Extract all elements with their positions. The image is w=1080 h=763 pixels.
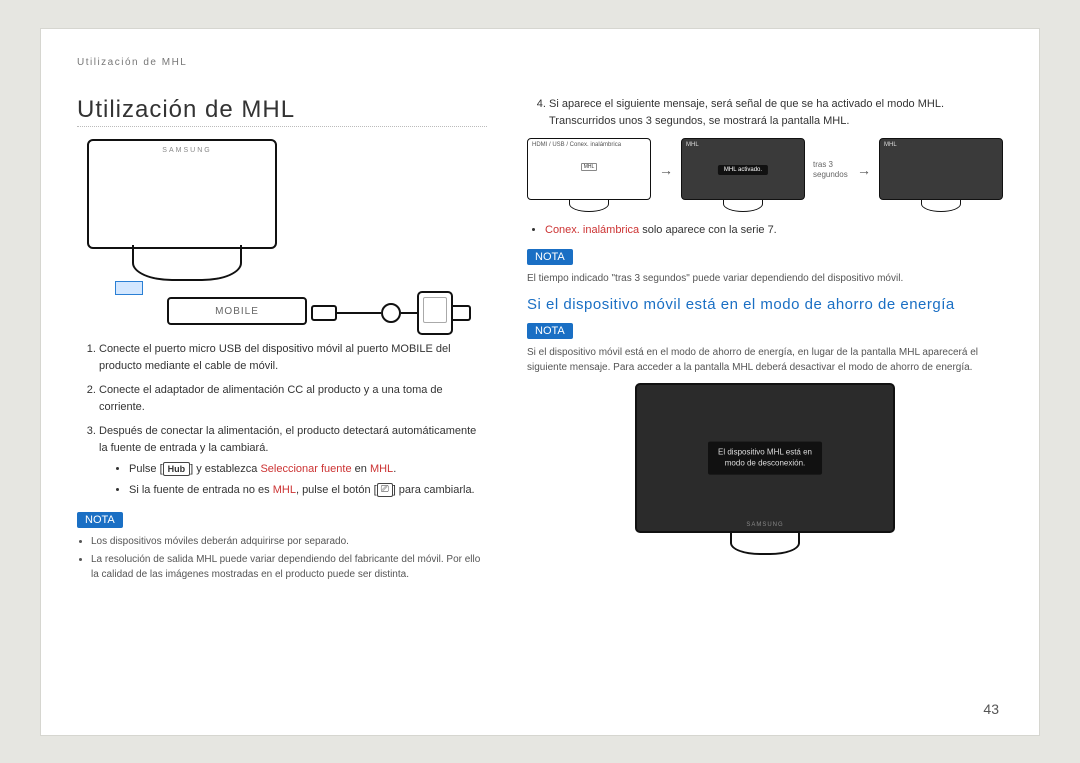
monitor-icon: SAMSUNG: [87, 139, 287, 289]
mhl-corner-label: MHL: [884, 142, 897, 148]
mhl-activated-message: MHL activado.: [718, 165, 768, 175]
mini-monitor-3: MHL: [879, 138, 1003, 212]
page-title: Utilización de MHL: [77, 96, 487, 124]
step-2: Conecte el adaptador de alimentación CC …: [99, 382, 487, 416]
steps-list-right: Si aparece el siguiente mensaje, será se…: [527, 96, 1003, 130]
step-3: Después de conectar la alimentación, el …: [99, 423, 487, 499]
mhl-option-icon: MHL: [581, 163, 598, 171]
phone-icon: [417, 291, 453, 335]
arrow-icon: →: [857, 162, 871, 178]
screen-sequence: HDMI / USB / Conex. inalámbrica MHL → MH…: [527, 138, 1003, 212]
nota-badge: NOTA: [527, 249, 573, 265]
hub-button-icon: Hub: [163, 462, 191, 476]
two-column-layout: Utilización de MHL SAMSUNG MOBILE: [77, 96, 1003, 588]
conex-note: Conex. inalámbrica solo aparece con la s…: [527, 222, 1003, 239]
section-heading-sleep: Si el dispositivo móvil está en el modo …: [527, 296, 1003, 313]
step-4: Si aparece el siguiente mensaje, será se…: [549, 96, 1003, 130]
sub-bullets: Pulse [Hub] y establezca Seleccionar fue…: [99, 461, 487, 499]
left-notes: Los dispositivos móviles deberán adquiri…: [77, 534, 487, 582]
brand-label: SAMSUNG: [87, 147, 287, 154]
source-list-label: HDMI / USB / Conex. inalámbrica: [532, 142, 621, 148]
mobile-port-label: MOBILE: [215, 306, 259, 317]
nota-badge: NOTA: [77, 512, 123, 528]
mini-monitor-1: HDMI / USB / Conex. inalámbrica MHL: [527, 138, 651, 212]
arrow-icon: →: [659, 162, 673, 178]
source-button-icon: ⎚: [377, 483, 393, 497]
connection-diagram: SAMSUNG MOBILE: [77, 139, 457, 329]
right-column: Si aparece el siguiente mensaje, será se…: [527, 96, 1003, 588]
left-column: Utilización de MHL SAMSUNG MOBILE: [77, 96, 487, 588]
mhl-corner-label: MHL: [686, 142, 699, 148]
left-note-1: Los dispositivos móviles deberán adquiri…: [91, 534, 487, 549]
steps-list: Conecte el puerto micro USB del disposit…: [77, 341, 487, 499]
port-highlight-icon: [115, 281, 143, 295]
sleep-message-box: El dispositivo MHL está en modo de desco…: [708, 442, 822, 475]
sub-bullet-2: Si la fuente de entrada no es MHL, pulse…: [129, 482, 487, 499]
manual-page: Utilización de MHL Utilización de MHL SA…: [40, 28, 1040, 736]
sleep-note: Si el dispositivo móvil está en el modo …: [527, 345, 1003, 375]
title-rule: [77, 126, 487, 127]
sleep-screen-illustration: El dispositivo MHL está en modo de desco…: [527, 383, 1003, 560]
mobile-port-box: MOBILE: [167, 297, 307, 325]
brand-label: SAMSUNG: [637, 522, 893, 528]
running-header: Utilización de MHL: [77, 57, 1003, 68]
step-1: Conecte el puerto micro USB del disposit…: [99, 341, 487, 375]
sub-bullet-1: Pulse [Hub] y establezca Seleccionar fue…: [129, 461, 487, 478]
mini-monitor-2: MHL MHL activado.: [681, 138, 805, 212]
nota-badge: NOTA: [527, 323, 573, 339]
time-note: El tiempo indicado "tras 3 segundos" pue…: [527, 271, 1003, 286]
conex-bullet: Conex. inalámbrica solo aparece con la s…: [545, 222, 1003, 239]
delay-label: tras 3 segundos: [813, 160, 849, 179]
left-note-2: La resolución de salida MHL puede variar…: [91, 552, 487, 582]
page-number: 43: [983, 701, 999, 717]
